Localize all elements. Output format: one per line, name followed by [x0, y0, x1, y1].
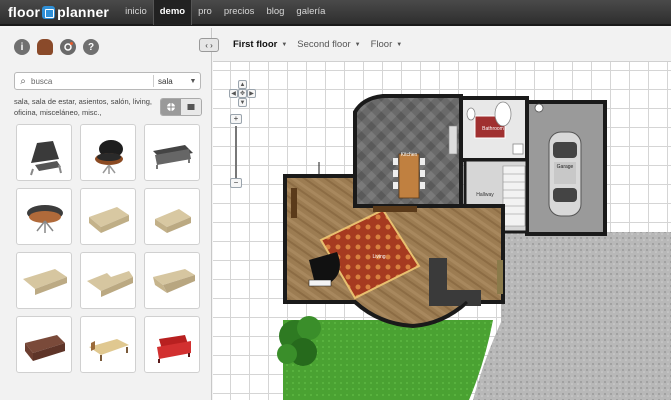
toilet-icon [466, 107, 476, 121]
logo-badge-icon [42, 5, 56, 19]
living-label: Living [372, 254, 385, 260]
furniture-item-red-armchair[interactable] [144, 316, 200, 373]
tab-second-floor[interactable]: Second floor ▼ [297, 39, 360, 50]
category-tags: sala, sala de estar, asientos, salón, li… [14, 97, 152, 117]
chevron-down-icon: ▼ [281, 41, 288, 48]
patio-door-icon [303, 162, 339, 177]
help-icon[interactable]: ? [83, 39, 99, 55]
floor-selector-bar: ‹ › First floor ▼ Second floor ▼ Floor ▼ [199, 28, 671, 62]
bathtub-icon [494, 101, 512, 127]
furniture-library-panel: i ? ⌕ busca sala ▼ sala, sala de estar, … [0, 28, 212, 400]
furniture-item-eames-chair[interactable] [80, 124, 136, 181]
nav-item-galeria[interactable]: galería [290, 0, 331, 25]
nav-item-precios[interactable]: precios [218, 0, 261, 25]
furniture-item-corner-sofa[interactable] [80, 252, 136, 309]
library-toolbar: i ? [0, 28, 211, 66]
view-toggle [160, 98, 202, 116]
furniture-item-ottoman[interactable] [16, 188, 72, 245]
pan-control: ▲ ◀ ✥ ▶ ▼ [229, 80, 257, 108]
pan-down-button[interactable]: ▼ [238, 98, 247, 107]
pan-up-button[interactable]: ▲ [238, 80, 247, 89]
nav-item-pro[interactable]: pro [192, 0, 218, 25]
search-divider [153, 75, 154, 87]
dining-bench-icon [373, 206, 417, 212]
sink-icon [512, 143, 524, 155]
tab-first-floor-label: First floor [233, 39, 278, 50]
3d-view-icon[interactable] [161, 99, 181, 115]
search-icon: ⌕ [20, 75, 26, 87]
furniture-item-sectional-sofa[interactable] [144, 252, 200, 309]
tab-floor-label: Floor [370, 39, 393, 50]
settings-icon[interactable] [60, 39, 76, 55]
pan-right-button[interactable]: ▶ [247, 89, 256, 98]
tab-first-floor[interactable]: First floor ▼ [233, 39, 287, 50]
furniture-grid [16, 124, 206, 373]
tab-second-floor-label: Second floor [297, 39, 351, 50]
zoom-out-button[interactable]: − [230, 178, 242, 188]
category-select[interactable]: sala [158, 77, 186, 86]
logo-text-left: floor [8, 4, 41, 20]
chevron-down-icon[interactable]: ▼ [186, 78, 200, 85]
furniture-chair-icon[interactable] [37, 39, 53, 55]
bookshelf-icon [291, 188, 297, 218]
2d-view-icon[interactable] [181, 99, 201, 115]
tab-floor[interactable]: Floor ▼ [371, 39, 403, 50]
furniture-item-beige-loveseat[interactable] [144, 188, 200, 245]
window-bench-icon [497, 260, 503, 294]
furniture-item-daybed[interactable] [80, 316, 136, 373]
chevron-down-icon: ▼ [354, 41, 361, 48]
floorplanner-app: floor planner inicio demo pro precios bl… [0, 0, 671, 400]
top-navigation-bar: floor planner inicio demo pro precios bl… [0, 0, 671, 26]
hallway-label: Hallway [476, 192, 494, 198]
kitchen-label: Kitchen [401, 152, 418, 158]
furniture-item-sofa-bench[interactable] [144, 124, 200, 181]
floorplanner-logo[interactable]: floor planner [0, 4, 119, 20]
furniture-item-long-sofa[interactable] [16, 252, 72, 309]
garage-marker-icon [534, 103, 544, 113]
staircase-icon [502, 165, 526, 227]
nav-item-demo[interactable]: demo [152, 0, 193, 25]
info-icon[interactable]: i [14, 39, 30, 55]
zoom-control: + − [230, 114, 242, 190]
nav-item-inicio[interactable]: inicio [119, 0, 153, 25]
nav-item-blog[interactable]: blog [260, 0, 290, 25]
zoom-in-button[interactable]: + [230, 114, 242, 124]
floor-plan-drawing: Garage Bathroom Hallway Kitchen Living [277, 94, 671, 400]
chevron-down-icon: ▼ [396, 41, 403, 48]
bathroom-label: Bathroom [482, 126, 504, 132]
main-nav: inicio demo pro precios blog galería [119, 0, 331, 25]
car-icon [548, 131, 582, 217]
furniture-item-brown-sofa[interactable] [16, 316, 72, 373]
zoom-track[interactable] [235, 126, 237, 178]
pan-left-button[interactable]: ◀ [229, 89, 238, 98]
library-search-box[interactable]: ⌕ busca sala ▼ [14, 72, 201, 90]
floor-plan-canvas[interactable]: Garage Bathroom Hallway Kitchen Living ▲… [213, 62, 671, 400]
logo-text-right: planner [57, 4, 110, 20]
search-input[interactable]: busca [31, 77, 149, 86]
pan-center-button[interactable]: ✥ [238, 89, 247, 98]
furniture-item-lounge-chair[interactable] [16, 124, 72, 181]
furniture-item-beige-sofa[interactable] [80, 188, 136, 245]
collapse-panel-button[interactable]: ‹ › [199, 38, 219, 52]
kitchen-counter [448, 125, 458, 155]
garage-label: Garage [557, 164, 574, 170]
